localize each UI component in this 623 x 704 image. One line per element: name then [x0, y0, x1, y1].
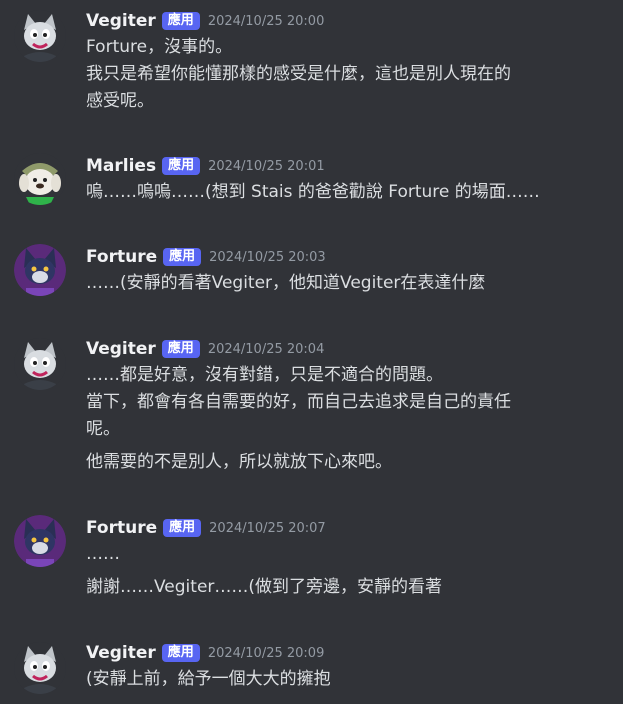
message-text: …… [86, 544, 120, 564]
timestamp: 2024/10/25 20:03 [209, 249, 326, 265]
wolf-avatar-icon[interactable] [14, 244, 66, 296]
timestamp: 2024/10/25 20:01 [208, 158, 325, 174]
message-text: Forture，沒事的。 [86, 37, 233, 57]
message-text: (安靜上前，給予一個大大的擁抱 [86, 669, 331, 689]
timestamp: 2024/10/25 20:09 [207, 645, 325, 661]
message-text: 謝謝……Vegiter……(做到了旁邊，安靜的看著 [86, 577, 443, 597]
app-badge: 應用 [161, 644, 200, 662]
author-name[interactable]: Forture [86, 247, 157, 267]
cat-avatar-icon[interactable] [14, 642, 66, 694]
message-text: 他需要的不是別人，所以就放下心來吧。 [86, 452, 392, 472]
cat-avatar-icon[interactable] [14, 10, 66, 62]
timestamp: 2024/10/25 20:04 [207, 341, 325, 357]
message-text: 感受呢。 [86, 91, 154, 111]
timestamp: 2024/10/25 20:07 [209, 520, 326, 536]
author-name[interactable]: Vegiter [86, 11, 156, 31]
message-text: ……都是好意，沒有對錯，只是不適合的問題。 [86, 365, 443, 385]
author-name[interactable]: Forture [86, 518, 157, 538]
author-name[interactable]: Marlies [86, 156, 156, 176]
app-badge: 應用 [161, 12, 200, 30]
app-badge: 應用 [163, 519, 202, 537]
cat-avatar-icon[interactable] [14, 338, 66, 390]
author-name[interactable]: Vegiter [86, 339, 156, 359]
author-name[interactable]: Vegiter [86, 643, 156, 663]
message-text: 呢。 [86, 419, 120, 439]
dog-avatar-icon[interactable] [14, 153, 66, 205]
app-badge: 應用 [161, 340, 200, 358]
timestamp: 2024/10/25 20:00 [207, 13, 325, 29]
app-badge: 應用 [163, 248, 202, 266]
wolf-avatar-icon[interactable] [14, 515, 66, 567]
message-text: 嗚……嗚嗚……(想到 Stais 的爸爸勸說 Forture 的場面…… [86, 182, 540, 202]
message-text: 當下，都會有各自需要的好，而自己去追求是自己的責任 [86, 392, 511, 412]
message-text: 我只是希望你能懂那樣的感受是什麼，這也是別人現在的 [86, 64, 511, 84]
app-badge: 應用 [162, 157, 201, 175]
message-text: ……(安靜的看著Vegiter，他知道Vegiter在表達什麼 [86, 273, 486, 293]
